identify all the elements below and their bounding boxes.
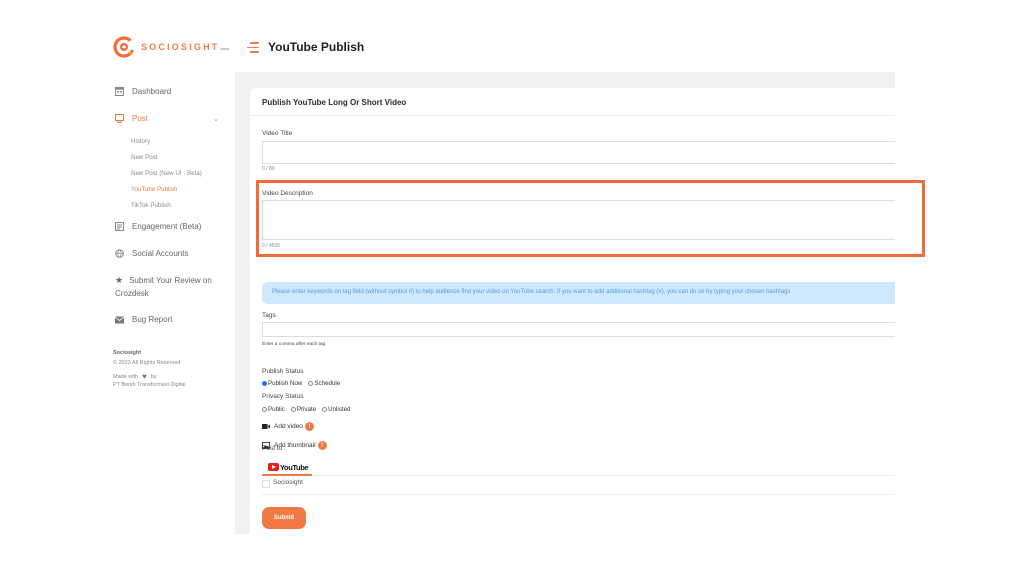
main-content: Publish YouTube Long Or Short Video Vide… — [235, 72, 895, 534]
brand-name: SOCIOSIGHTbeta — [141, 42, 229, 52]
video-description-counter: 0 / 4500 — [262, 243, 281, 249]
privacy-status-label: Privacy Status — [262, 393, 304, 400]
mail-icon — [115, 315, 124, 324]
dashboard-icon — [115, 87, 124, 96]
hamburger-icon[interactable] — [247, 42, 259, 53]
sidebar-item-label: Post — [132, 114, 149, 123]
tags-helper: Enter a comma after each tag — [262, 342, 326, 347]
info-badge-icon[interactable]: ! — [304, 422, 314, 431]
sidebar-item-submit-review[interactable]: ★ Submit Your Review on Crozdesk — [115, 274, 233, 300]
card-header: Publish YouTube Long Or Short Video — [250, 88, 895, 116]
accounts-divider — [262, 494, 895, 495]
app-window: SOCIOSIGHTbeta YouTube Publish Dashboard… — [105, 28, 895, 534]
sidebar-item-label: Social Accounts — [132, 249, 189, 258]
tabs-divider — [262, 475, 895, 476]
footer-made-with: Made with ♥ by — [113, 372, 157, 381]
tags-label: Tags — [262, 312, 276, 319]
footer-copyright: © 2023 All Rights Reserved — [113, 360, 181, 366]
radio-unlisted[interactable]: Unlisted — [322, 406, 350, 413]
sidebar-item-post[interactable]: Post — [115, 114, 148, 123]
radio-private[interactable]: Private — [290, 406, 316, 413]
radio-indicator[interactable] — [262, 381, 267, 386]
video-title-input[interactable] — [262, 141, 895, 164]
engagement-icon — [115, 222, 124, 231]
radio-public[interactable]: Public — [262, 406, 285, 413]
radio-indicator[interactable] — [308, 381, 314, 386]
publish-status-label: Publish Status — [262, 368, 304, 375]
radio-indicator[interactable] — [290, 407, 296, 412]
heart-icon: ♥ — [142, 372, 147, 381]
account-checkbox[interactable] — [262, 480, 270, 488]
privacy-status-group: Public Private Unlisted — [262, 406, 356, 413]
radio-indicator[interactable] — [262, 407, 267, 412]
submit-button[interactable]: Submit — [262, 507, 306, 529]
sidebar-item-engagement[interactable]: Engagement (Beta) — [115, 222, 201, 231]
globe-icon — [115, 249, 124, 258]
sidebar-subitem-new-post-beta[interactable]: New Post (New UI - Beta) — [131, 170, 202, 177]
sidebar: Dashboard Post ⌄ History New Post New Po… — [105, 72, 235, 534]
footer-company: Sociosight — [113, 350, 142, 356]
publish-card: Publish YouTube Long Or Short Video Vide… — [250, 88, 895, 534]
sidebar-subitem-new-post[interactable]: New Post — [131, 154, 157, 161]
sidebar-item-label: Bug Report — [132, 315, 173, 324]
sidebar-item-label: Engagement (Beta) — [132, 222, 202, 231]
tags-input[interactable] — [262, 322, 895, 337]
youtube-logo-icon — [268, 463, 279, 471]
sidebar-item-social-accounts[interactable]: Social Accounts — [115, 249, 188, 258]
card-title: Publish YouTube Long Or Short Video — [262, 98, 407, 107]
footer-org: PT Benih Transformasi Digital — [113, 382, 186, 388]
video-camera-icon — [262, 424, 270, 429]
sidebar-item-label: Dashboard — [132, 87, 172, 96]
sidebar-subitem-youtube-publish[interactable]: YouTube Publish — [131, 186, 177, 193]
tags-info-banner: Please enter keywords on tag field (with… — [262, 282, 895, 304]
add-video-button[interactable]: Add video ! — [262, 422, 314, 431]
video-description-label: Video Description — [262, 190, 313, 197]
tab-active-indicator — [262, 474, 312, 476]
top-bar: SOCIOSIGHTbeta YouTube Publish — [105, 28, 895, 72]
radio-publish-now[interactable]: Publish Now — [262, 380, 302, 387]
account-row-sociosight[interactable]: Sociosight — [262, 477, 303, 488]
video-title-label: Video Title — [262, 130, 293, 137]
brand-logo[interactable]: SOCIOSIGHTbeta — [113, 36, 229, 58]
chevron-down-icon[interactable]: ⌄ — [213, 115, 219, 123]
star-icon: ★ — [115, 275, 124, 285]
page-title: YouTube Publish — [268, 40, 365, 54]
video-title-counter: 0 / 80 — [262, 166, 275, 172]
post-icon — [115, 114, 124, 123]
post-to-label: Post to : — [262, 445, 286, 452]
info-badge-icon[interactable]: ! — [317, 441, 327, 450]
tab-youtube[interactable]: YouTube — [262, 460, 309, 474]
sociosight-logo-icon — [113, 36, 135, 58]
sidebar-subitem-history[interactable]: History — [131, 138, 150, 145]
sidebar-item-label: Submit Your Review on Crozdesk — [115, 276, 212, 298]
sidebar-item-bug-report[interactable]: Bug Report — [115, 315, 172, 324]
sidebar-item-dashboard[interactable]: Dashboard — [115, 87, 171, 96]
radio-indicator[interactable] — [322, 407, 328, 412]
sidebar-subitem-tiktok-publish[interactable]: TikTok Publish — [131, 202, 171, 209]
publish-status-group: Publish Now Schedule — [262, 380, 346, 387]
radio-schedule[interactable]: Schedule — [308, 380, 340, 387]
video-description-input[interactable] — [262, 200, 895, 240]
